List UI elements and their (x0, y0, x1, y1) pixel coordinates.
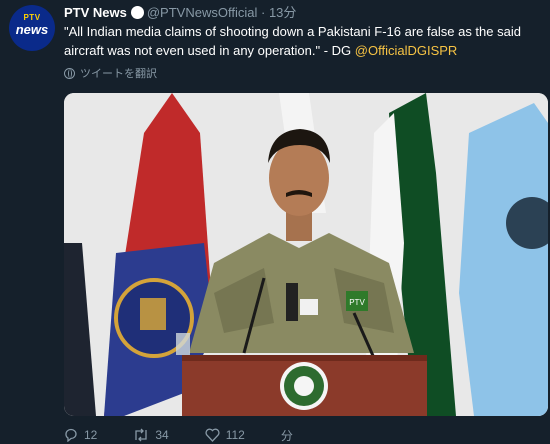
reply-button[interactable]: 12 (64, 426, 97, 444)
avatar-ptv-text: PTV (23, 13, 41, 22)
press-conference-photo: PTV (64, 93, 548, 416)
tweet: PTV news PTV News @PTVNewsOfficial · 13分 … (0, 0, 550, 444)
tweet-text: "All Indian media claims of shooting dow… (64, 22, 534, 60)
globe-icon (64, 67, 75, 79)
separator-dot: · (260, 5, 266, 20)
retweet-count: 34 (155, 428, 169, 442)
translate-label: ツイートを翻訳 (80, 68, 157, 80)
retweet-icon (135, 428, 148, 442)
translate-tweet-link[interactable]: ツイートを翻訳 (64, 65, 157, 81)
share-button[interactable]: 分 (281, 426, 293, 444)
avatar[interactable]: PTV news (9, 5, 55, 51)
mic-label-1: PTV (349, 298, 365, 307)
tweet-header: PTV News @PTVNewsOfficial · 13分 (64, 4, 296, 22)
mention-link[interactable]: @OfficialDGISPR (355, 43, 458, 58)
like-button[interactable]: 112 (205, 426, 245, 444)
reply-icon (65, 428, 77, 442)
tweet-actions: 12 34 112 分 (64, 426, 329, 444)
retweet-button[interactable]: 34 (133, 426, 169, 444)
reply-count: 12 (84, 428, 98, 442)
display-name[interactable]: PTV News (64, 5, 127, 20)
tweet-photo[interactable]: PTV (64, 93, 548, 416)
tweet-timestamp[interactable]: 13分 (269, 5, 296, 20)
share-label: 分 (280, 428, 293, 443)
user-handle[interactable]: @PTVNewsOfficial (147, 5, 257, 20)
verified-badge-icon (130, 6, 144, 19)
like-count: 112 (225, 428, 245, 442)
avatar-news-text: news (15, 22, 49, 37)
heart-icon (205, 428, 220, 442)
